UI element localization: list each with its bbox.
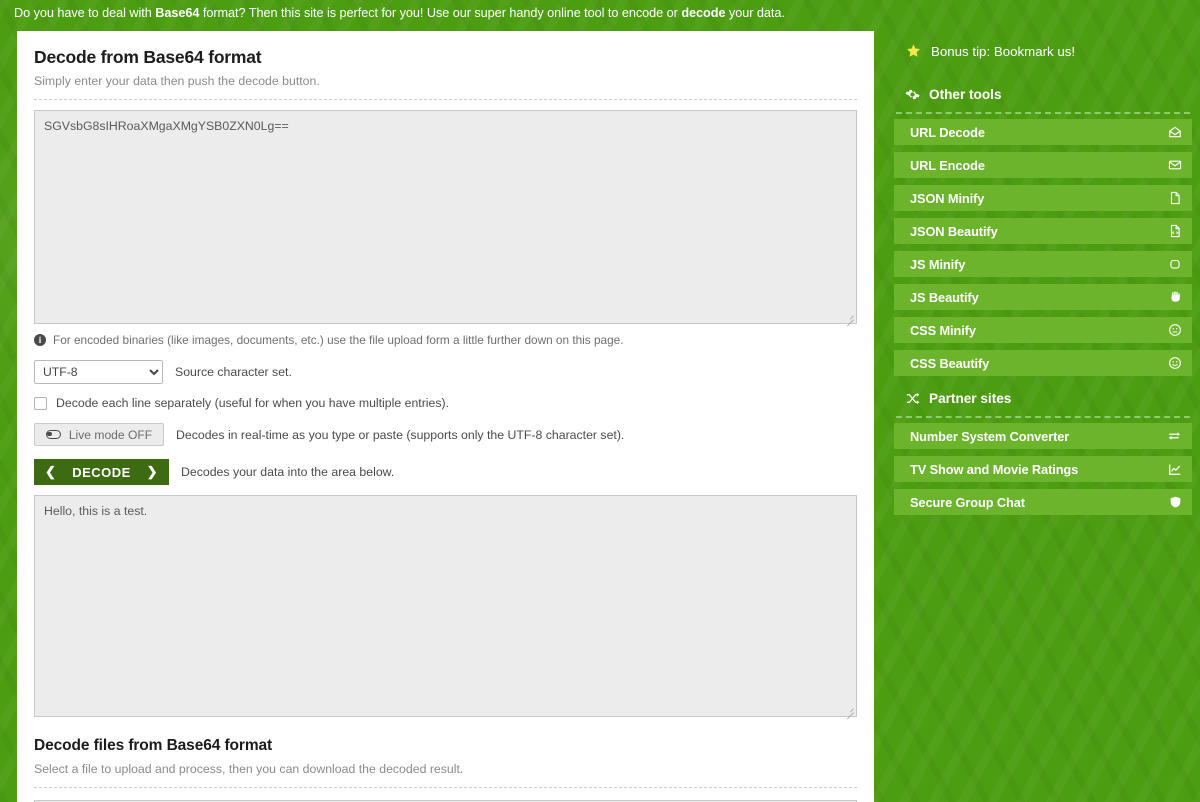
- bonus-tip-label: Bonus tip: Bookmark us!: [931, 43, 1076, 59]
- sidebar-item-label: JSON Minify: [910, 190, 985, 206]
- sidebar: Bonus tip: Bookmark us! Other tools URL …: [884, 31, 1200, 802]
- files-divider: [34, 787, 857, 788]
- input-textarea-wrapper: [34, 110, 857, 327]
- sidebar-item-number-system-converter[interactable]: Number System Converter: [894, 423, 1192, 449]
- live-mode-row: Live mode OFF Decodes in real-time as yo…: [34, 423, 857, 446]
- site-tagline-banner: Do you have to deal with Base64 format? …: [0, 0, 1200, 26]
- envelope-icon: [1168, 158, 1182, 172]
- star-icon: [905, 43, 922, 59]
- charset-label: Source character set.: [175, 365, 292, 379]
- sidebar-item-tv-show-and-movie-ratings[interactable]: TV Show and Movie Ratings: [894, 456, 1192, 482]
- sidebar-item-js-beautify[interactable]: JS Beautify: [894, 284, 1192, 310]
- shield-icon: [1169, 495, 1182, 509]
- smiley-neutral-icon: [1168, 323, 1182, 337]
- partner-sites-heading: Partner sites: [894, 383, 1192, 413]
- sidebar-item-label: JSON Beautify: [910, 223, 998, 239]
- partner-sites-label: Partner sites: [929, 390, 1012, 406]
- decode-button[interactable]: ❮ DECODE ❯: [34, 459, 169, 485]
- partner-sites-divider: [896, 416, 1190, 418]
- decode-action-row: ❮ DECODE ❯ Decodes your data into the ar…: [34, 459, 857, 485]
- exchange-icon: [1167, 429, 1182, 443]
- tagline-segment: Do you have to deal with: [14, 6, 156, 20]
- divider: [34, 99, 857, 100]
- envelope-open-icon: [1168, 125, 1182, 139]
- tagline-segment: format? Then this site is perfect for yo…: [199, 6, 682, 20]
- live-mode-toggle-button[interactable]: Live mode OFF: [34, 423, 164, 446]
- sidebar-item-label: Secure Group Chat: [910, 494, 1025, 510]
- decode-each-line-label: Decode each line separately (useful for …: [56, 396, 450, 410]
- toggle-switch-icon: [45, 430, 61, 439]
- sidebar-item-url-decode[interactable]: URL Decode: [894, 119, 1192, 145]
- tagline-segment: your data.: [725, 6, 785, 20]
- sidebar-item-js-minify[interactable]: JS Minify: [894, 251, 1192, 277]
- live-mode-label: Live mode OFF: [68, 427, 153, 442]
- sidebar-item-json-minify[interactable]: JSON Minify: [894, 185, 1192, 211]
- sidebar-item-label: TV Show and Movie Ratings: [910, 461, 1079, 477]
- page-title: Decode from Base64 format: [34, 47, 262, 67]
- sidebar-item-css-minify[interactable]: CSS Minify: [894, 317, 1192, 343]
- file-icon: [1168, 191, 1182, 205]
- gear-icon: [905, 87, 920, 102]
- hand-paper-icon: [1168, 290, 1182, 304]
- sidebar-item-json-beautify[interactable]: JSON Beautify: [894, 218, 1192, 244]
- source-charset-select[interactable]: UTF-8: [34, 360, 163, 384]
- files-section-title: Decode files from Base64 format: [34, 737, 273, 754]
- sidebar-item-css-beautify[interactable]: CSS Beautify: [894, 350, 1192, 376]
- other-tools-heading: Other tools: [894, 79, 1192, 109]
- file-code-icon: [1168, 224, 1182, 238]
- other-tools-divider: [896, 112, 1190, 114]
- binary-upload-note: i For encoded binaries (like images, doc…: [34, 333, 857, 347]
- binary-upload-note-text: For encoded binaries (like images, docum…: [53, 333, 624, 347]
- sidebar-item-label: CSS Minify: [910, 322, 976, 338]
- sidebar-item-label: JS Beautify: [910, 289, 979, 305]
- chart-line-icon: [1168, 462, 1182, 476]
- decode-button-label: DECODE: [72, 464, 131, 480]
- sidebar-item-label: URL Decode: [910, 124, 985, 140]
- sidebar-item-label: JS Minify: [910, 256, 966, 272]
- sidebar-item-url-encode[interactable]: URL Encode: [894, 152, 1192, 178]
- sidebar-item-secure-group-chat[interactable]: Secure Group Chat: [894, 489, 1192, 515]
- sidebar-item-label: URL Encode: [910, 157, 985, 173]
- decode-each-line-checkbox[interactable]: [34, 396, 47, 410]
- tagline-emphasis: decode: [681, 6, 726, 20]
- sidebar-item-label: Number System Converter: [910, 428, 1070, 444]
- shuffle-icon: [905, 391, 920, 406]
- chevron-left-icon: ❮: [45, 464, 57, 479]
- info-icon: i: [34, 334, 46, 346]
- smiley-smile-icon: [1168, 356, 1182, 370]
- live-mode-description: Decodes in real-time as you type or past…: [176, 427, 625, 442]
- bonus-tip-heading: Bonus tip: Bookmark us!: [894, 36, 1192, 66]
- output-textarea-wrapper: [34, 495, 857, 720]
- charset-row: UTF-8 Source character set.: [34, 360, 857, 384]
- base64-input-textarea[interactable]: [34, 110, 857, 324]
- page-subtitle: Simply enter your data then push the dec…: [34, 74, 320, 88]
- other-tools-list: URL Decode URL Encode JSON Minify JSON B…: [894, 119, 1192, 376]
- partner-sites-list: Number System Converter TV Show and Movi…: [894, 423, 1192, 515]
- decode-each-line-row: Decode each line separately (useful for …: [34, 396, 857, 410]
- sidebar-item-label: CSS Beautify: [910, 355, 990, 371]
- decode-description: Decodes your data into the area below.: [181, 465, 395, 479]
- files-section-subtitle: Select a file to upload and process, the…: [34, 762, 464, 776]
- other-tools-label: Other tools: [929, 86, 1002, 102]
- main-content-panel: Decode from Base64 format Simply enter y…: [17, 31, 874, 802]
- tagline-emphasis: Base64: [155, 6, 200, 20]
- chevron-right-icon: ❯: [146, 464, 158, 479]
- decoded-output-textarea[interactable]: [34, 495, 857, 717]
- hand-rock-icon: [1168, 257, 1182, 271]
- tagline-text: Do you have to deal with Base64 format? …: [14, 6, 785, 20]
